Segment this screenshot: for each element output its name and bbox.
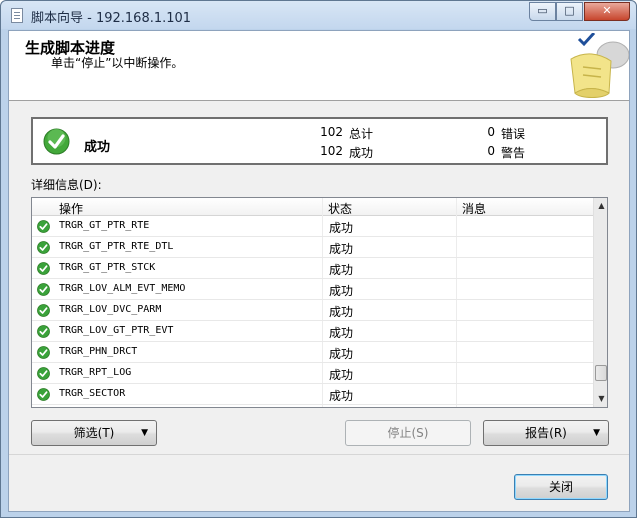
details-grid[interactable]: 操作 状态 消息 TRGR_GT_PTR_RTE 成功 TRGR_GT_PTR_RT…: [31, 197, 608, 408]
close-button[interactable]: 关闭: [514, 474, 608, 500]
error-count: 0: [487, 125, 495, 139]
row-status: 成功: [329, 326, 354, 340]
row-status: 成功: [329, 263, 354, 277]
column-header-operation[interactable]: 操作: [59, 200, 83, 217]
wizard-scroll-icon: [570, 33, 629, 98]
stop-button[interactable]: 停止(S): [345, 420, 471, 446]
page-subtitle: 单击“停止”以中断操作。: [51, 56, 184, 70]
row-operation: TRGR_LOV_DVC_PARM: [59, 304, 162, 315]
table-row[interactable]: TRGR_RPT_LOG 成功: [32, 363, 593, 384]
row-status: 成功: [329, 221, 354, 235]
row-operation: TRGR_PHN_DRCT: [59, 346, 138, 357]
success-check-icon: [37, 346, 50, 359]
title-bar[interactable]: 脚本向导 - 192.168.1.101 ▭ □ ✕: [1, 1, 636, 29]
wizard-window: 脚本向导 - 192.168.1.101 ▭ □ ✕ 生成脚本进度 单击“停止”…: [0, 0, 637, 518]
table-row[interactable]: TRGR_GT_PTR_RTE 成功: [32, 216, 593, 237]
scroll-down-arrow-icon[interactable]: ▼: [594, 391, 607, 407]
close-window-button[interactable]: ✕: [584, 2, 630, 21]
grid-rows: TRGR_GT_PTR_RTE 成功 TRGR_GT_PTR_RTE_DTL 成功 TR…: [32, 216, 593, 405]
table-row[interactable]: TRGR_LOV_GT_PTR_EVT 成功: [32, 321, 593, 342]
success-check-icon: [37, 325, 50, 338]
table-row[interactable]: TRGR_GT_PTR_RTE_DTL 成功: [32, 237, 593, 258]
success-count: 102: [320, 144, 343, 158]
success-check-icon: [37, 367, 50, 380]
window-title: 脚本向导 - 192.168.1.101: [31, 11, 192, 26]
report-button[interactable]: 报告(R) ▼: [483, 420, 609, 446]
success-check-icon: [37, 388, 50, 401]
vertical-scrollbar[interactable]: ▲ ▼: [593, 198, 607, 407]
success-check-icon: [37, 304, 50, 317]
success-check-icon: [37, 262, 50, 275]
details-label: 详细信息(D):: [31, 178, 102, 192]
error-label: 错误: [501, 127, 526, 141]
column-header-message[interactable]: 消息: [462, 200, 486, 217]
filter-button[interactable]: 筛选(T) ▼: [31, 420, 157, 446]
success-large-icon: [43, 128, 70, 155]
footer-divider: [9, 454, 629, 455]
warning-count: 0: [487, 144, 495, 158]
row-operation: TRGR_LOV_ALM_EVT_MEMO: [59, 283, 186, 294]
table-row[interactable]: TRGR_PHN_DRCT 成功: [32, 342, 593, 363]
table-row[interactable]: TRGR_LOV_ALM_EVT_MEMO 成功: [32, 279, 593, 300]
grid-header: 操作 状态 消息: [32, 198, 593, 216]
dropdown-arrow-icon: ▼: [141, 428, 148, 438]
table-row[interactable]: TRGR_GT_PTR_STCK 成功: [32, 258, 593, 279]
row-status: 成功: [329, 305, 354, 319]
report-button-label: 报告(R): [525, 426, 567, 440]
success-label: 成功: [349, 146, 374, 160]
wizard-header: 生成脚本进度 单击“停止”以中断操作。: [9, 31, 629, 101]
app-document-icon: [11, 8, 23, 23]
column-header-status[interactable]: 状态: [328, 200, 352, 217]
row-operation: TRGR_RPT_LOG: [59, 367, 132, 378]
row-operation: TRGR_GT_PTR_STCK: [59, 262, 156, 273]
success-check-icon: [37, 241, 50, 254]
row-status: 成功: [329, 242, 354, 256]
dropdown-arrow-icon: ▼: [593, 428, 600, 438]
row-operation: TRGR_GT_PTR_RTE_DTL: [59, 241, 174, 252]
row-operation: TRGR_SECTOR: [59, 388, 126, 399]
filter-button-label: 筛选(T): [73, 426, 115, 440]
total-label: 总计: [349, 127, 374, 141]
row-status: 成功: [329, 284, 354, 298]
scroll-up-arrow-icon[interactable]: ▲: [594, 198, 607, 214]
row-operation: TRGR_GT_PTR_RTE: [59, 220, 150, 231]
row-status: 成功: [329, 389, 354, 403]
warning-label: 警告: [501, 146, 526, 160]
row-operation: TRGR_LOV_GT_PTR_EVT: [59, 325, 174, 336]
total-count: 102: [320, 125, 343, 139]
overall-status: 成功: [84, 140, 111, 155]
minimize-button[interactable]: ▭: [529, 2, 556, 21]
scroll-thumb[interactable]: [595, 364, 607, 381]
table-row[interactable]: TRGR_SECTOR 成功: [32, 384, 593, 405]
row-status: 成功: [329, 347, 354, 361]
success-check-icon: [37, 283, 50, 296]
maximize-button[interactable]: □: [556, 2, 583, 21]
summary-panel: 成功 102 总计 102 成功 0 错误 0 警告: [31, 117, 608, 165]
success-check-icon: [37, 220, 50, 233]
dialog-client-area: 生成脚本进度 单击“停止”以中断操作。 成功 102 总计 102 成功 0 错…: [8, 30, 630, 512]
row-status: 成功: [329, 368, 354, 382]
table-row[interactable]: TRGR_LOV_DVC_PARM 成功: [32, 300, 593, 321]
